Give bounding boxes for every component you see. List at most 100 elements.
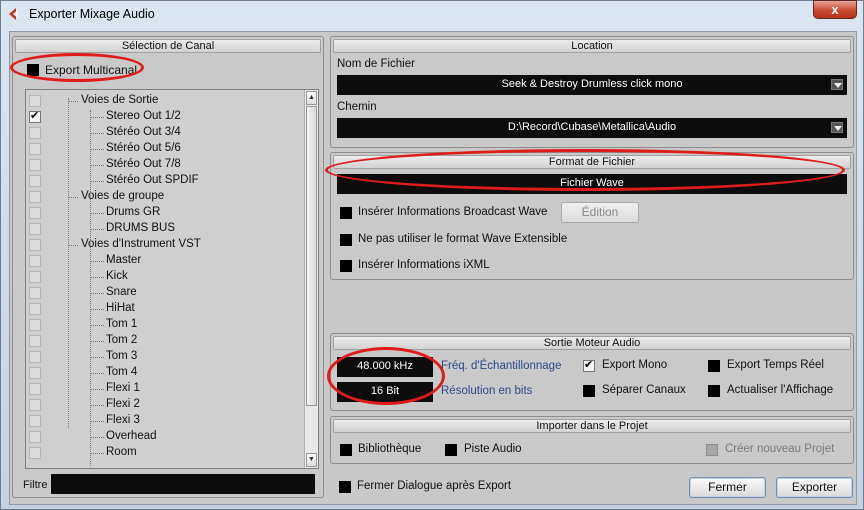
- audio-engine-output-header: Sortie Moteur Audio: [333, 336, 851, 350]
- tree-connector: [68, 245, 78, 246]
- channel-selection-header: Sélection de Canal: [15, 39, 321, 53]
- tree-connector: [90, 181, 104, 182]
- window-title: Exporter Mixage Audio: [29, 7, 155, 21]
- path-field[interactable]: D:\Record\Cubase\Metallica\Audio: [337, 118, 847, 138]
- channel-checkbox[interactable]: [29, 287, 41, 299]
- tree-connector: [90, 117, 104, 118]
- annotation-oval-engine: [327, 347, 445, 405]
- audio-track-checkbox[interactable]: [445, 444, 457, 456]
- broadcast-wave-checkbox[interactable]: [340, 207, 352, 219]
- annotation-oval-format: [325, 149, 845, 191]
- tree-channel-label: Tom 4: [106, 366, 138, 378]
- channel-checkbox[interactable]: [29, 127, 41, 139]
- channel-checkbox[interactable]: [29, 431, 41, 443]
- tree-connector: [90, 357, 104, 358]
- close-after-export-checkbox[interactable]: [339, 481, 351, 493]
- bit-depth-label: Résolution en bits: [441, 385, 533, 397]
- edition-button[interactable]: Édition: [561, 202, 639, 223]
- refresh-display-checkbox[interactable]: [708, 385, 720, 397]
- tree-connector: [90, 277, 104, 278]
- audio-track-label: Piste Audio: [464, 443, 522, 455]
- scroll-up-button[interactable]: ▲: [306, 91, 317, 105]
- filename-value: Seek & Destroy Drumless click mono: [501, 78, 683, 90]
- close-window-button[interactable]: x: [813, 0, 857, 19]
- tree-connector: [90, 405, 104, 406]
- channel-checkbox[interactable]: [29, 447, 41, 459]
- channel-checkbox[interactable]: [29, 367, 41, 379]
- filter-input[interactable]: [51, 474, 315, 494]
- group-checkbox[interactable]: [29, 95, 41, 107]
- tree-channel-label: Stéréo Out 3/4: [106, 126, 181, 138]
- location-header: Location: [333, 39, 851, 53]
- tree-guide-line: [68, 98, 69, 428]
- channel-checkbox[interactable]: [29, 351, 41, 363]
- export-mono-label: Export Mono: [602, 359, 668, 371]
- channel-checkbox[interactable]: [29, 271, 41, 283]
- new-project-checkbox[interactable]: [706, 444, 718, 456]
- tree-channel-row[interactable]: Room: [26, 445, 306, 461]
- channel-checkbox[interactable]: [29, 335, 41, 347]
- filename-field[interactable]: Seek & Destroy Drumless click mono: [337, 75, 847, 95]
- tree-channel-label: Flexi 2: [106, 398, 140, 410]
- channel-checkbox[interactable]: [29, 175, 41, 187]
- ixml-checkbox[interactable]: [340, 260, 352, 272]
- path-label: Chemin: [337, 101, 377, 113]
- tree-connector: [90, 389, 104, 390]
- channel-checkbox[interactable]: [29, 399, 41, 411]
- channel-checkbox[interactable]: [29, 109, 41, 123]
- group-checkbox[interactable]: [29, 191, 41, 203]
- location-panel: Location Nom de Fichier Seek & Destroy D…: [330, 36, 854, 148]
- tree-connector: [90, 325, 104, 326]
- scroll-thumb[interactable]: [306, 106, 317, 406]
- tree-connector: [90, 165, 104, 166]
- channel-checkbox[interactable]: [29, 303, 41, 315]
- library-checkbox[interactable]: [340, 444, 352, 456]
- channel-checkbox[interactable]: [29, 415, 41, 427]
- library-label: Bibliothèque: [358, 443, 422, 455]
- channel-checkbox[interactable]: [29, 207, 41, 219]
- tree-channel-label: Tom 1: [106, 318, 138, 330]
- tree-channel-label: Stéréo Out SPDIF: [106, 174, 199, 186]
- checkmark-icon: ✔: [584, 359, 594, 371]
- channel-checkbox[interactable]: [29, 383, 41, 395]
- tree-channel-label: Room: [106, 446, 137, 458]
- tree-channel-label: Flexi 3: [106, 414, 140, 426]
- no-wave-extensible-checkbox[interactable]: [340, 234, 352, 246]
- filter-label: Filtre: [23, 479, 48, 491]
- import-project-header: Importer dans le Projet: [333, 419, 851, 433]
- channel-checkbox[interactable]: [29, 319, 41, 331]
- tree-channel-row[interactable]: Overhead: [26, 429, 306, 445]
- export-realtime-checkbox[interactable]: [708, 360, 720, 372]
- cubase-logo-icon: [9, 8, 18, 20]
- no-wave-extensible-label: Ne pas utiliser le format Wave Extensibl…: [358, 233, 568, 245]
- channel-checkbox[interactable]: [29, 255, 41, 267]
- split-channels-checkbox[interactable]: [583, 385, 595, 397]
- scroll-down-button[interactable]: ▼: [306, 453, 317, 467]
- title-bar: Exporter Mixage Audio x: [1, 0, 863, 27]
- filename-dropdown-arrow-icon[interactable]: [831, 79, 843, 90]
- tree-connector: [90, 133, 104, 134]
- tree-connector: [90, 149, 104, 150]
- dialog-body: Sélection de Canal Export Multicanal Voi…: [9, 31, 857, 505]
- close-button[interactable]: Fermer: [689, 477, 766, 498]
- channel-checkbox[interactable]: [29, 223, 41, 235]
- channel-checkbox[interactable]: [29, 143, 41, 155]
- tree-connector: [90, 421, 104, 422]
- new-project-label: Créer nouveau Projet: [725, 443, 835, 455]
- channel-checkbox[interactable]: [29, 159, 41, 171]
- tree-scrollbar[interactable]: ▲ ▼: [304, 90, 318, 468]
- export-audio-mixdown-window: Exporter Mixage Audio x Sélection de Can…: [0, 0, 864, 510]
- tree-channel-label: HiHat: [106, 302, 135, 314]
- export-mono-checkbox[interactable]: ✔: [583, 359, 595, 372]
- tree-channel-label: Stereo Out 1/2: [106, 110, 181, 122]
- tree-group-label: Voies de Sortie: [81, 94, 159, 106]
- ixml-label: Insérer Informations iXML: [358, 259, 490, 271]
- tree-channel-label: Stéréo Out 5/6: [106, 142, 181, 154]
- group-checkbox[interactable]: [29, 239, 41, 251]
- export-button[interactable]: Exporter: [776, 477, 853, 498]
- export-realtime-label: Export Temps Réel: [727, 359, 824, 371]
- tree-connector: [90, 341, 104, 342]
- path-dropdown-arrow-icon[interactable]: [831, 122, 843, 133]
- tree-channel-label: Drums GR: [106, 206, 161, 218]
- tree-connector: [90, 213, 104, 214]
